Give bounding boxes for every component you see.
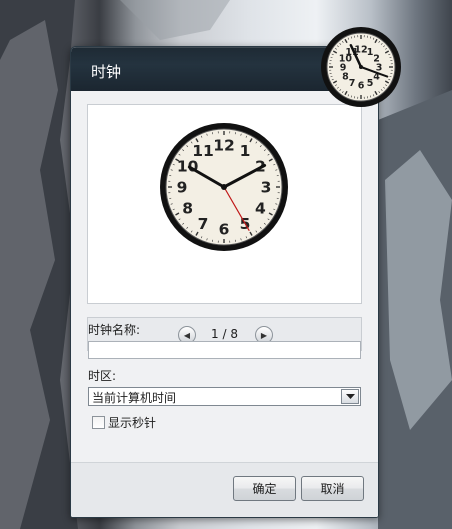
timezone-value: 当前计算机时间 bbox=[92, 391, 177, 405]
dialog-footer: 确定 取消 bbox=[71, 462, 378, 517]
clock-name-label: 时钟名称: bbox=[88, 323, 141, 337]
timezone-select[interactable]: 当前计算机时间 bbox=[88, 387, 361, 406]
preview-clock-numeral: 12 bbox=[213, 137, 235, 155]
clock-preview-panel: 121234567891011 bbox=[87, 104, 362, 304]
gadget-clock-numeral: 5 bbox=[367, 78, 374, 89]
chevron-down-icon bbox=[345, 393, 355, 399]
dropdown-arrow-button[interactable] bbox=[341, 389, 359, 404]
gadget-clock-numeral: 6 bbox=[358, 80, 365, 91]
show-second-hand-label[interactable]: 显示秒针 bbox=[108, 414, 156, 431]
preview-clock-numeral: 7 bbox=[198, 215, 209, 233]
dialog-title: 时钟 bbox=[91, 63, 122, 81]
ok-button[interactable]: 确定 bbox=[233, 476, 296, 501]
preview-clock-numeral: 1 bbox=[240, 142, 251, 160]
gadget-clock-numeral: 7 bbox=[349, 78, 356, 89]
preview-clock-numeral: 9 bbox=[177, 179, 188, 197]
clock-name-input[interactable] bbox=[88, 341, 361, 359]
cancel-button[interactable]: 取消 bbox=[301, 476, 364, 501]
chevron-right-icon: ▶ bbox=[260, 330, 268, 340]
preview-clock-numeral: 8 bbox=[182, 200, 193, 218]
clock-settings-dialog: 时钟 121234567891011 ◀ 1 / 8 ▶ 时钟名称: 时区: 当… bbox=[70, 46, 379, 518]
show-second-hand-checkbox[interactable] bbox=[92, 416, 105, 429]
preview-clock-numeral: 6 bbox=[219, 221, 230, 239]
desktop-clock-gadget[interactable]: 12 1234567891011 bbox=[317, 26, 406, 108]
preview-clock-numeral: 4 bbox=[255, 200, 266, 218]
timezone-label: 时区: bbox=[88, 369, 117, 383]
gadget-clock-center bbox=[359, 65, 363, 69]
preview-clock-numeral: 3 bbox=[261, 179, 272, 197]
preview-clock-numeral: 10 bbox=[177, 158, 199, 176]
preview-clock-center bbox=[221, 184, 227, 190]
preview-clock-face: 121234567891011 bbox=[160, 123, 288, 251]
dialog-content: 121234567891011 ◀ 1 / 8 ▶ 时钟名称: 时区: 当前计算… bbox=[71, 91, 378, 517]
preview-clock-numeral: 11 bbox=[192, 142, 214, 160]
